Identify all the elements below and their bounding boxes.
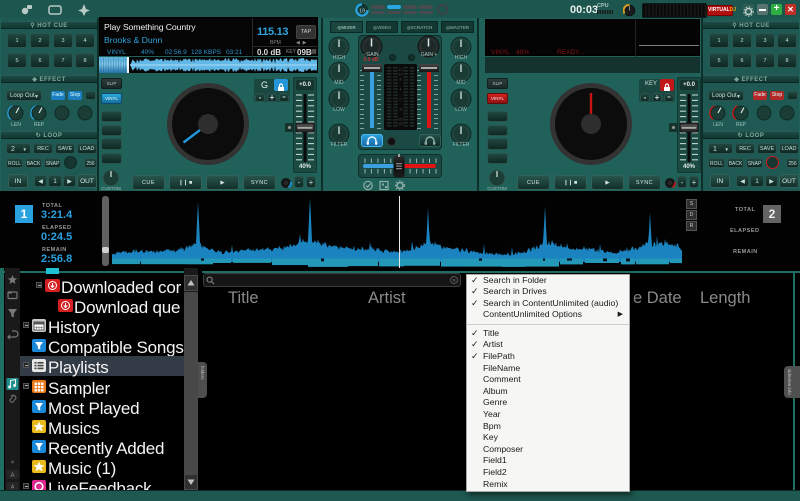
svg-text:A: A (10, 473, 14, 479)
svg-text:4: 4 (400, 88, 402, 92)
svg-text:12: 12 (399, 68, 403, 72)
svg-text:10: 10 (399, 73, 403, 77)
svg-text:19: 19 (359, 8, 365, 14)
svg-text:VU: VU (398, 117, 403, 121)
svg-text:-6: -6 (399, 107, 402, 111)
svg-text:0: 0 (400, 97, 402, 101)
svg-text:-00: -00 (398, 122, 403, 126)
svg-text:8: 8 (400, 78, 402, 82)
